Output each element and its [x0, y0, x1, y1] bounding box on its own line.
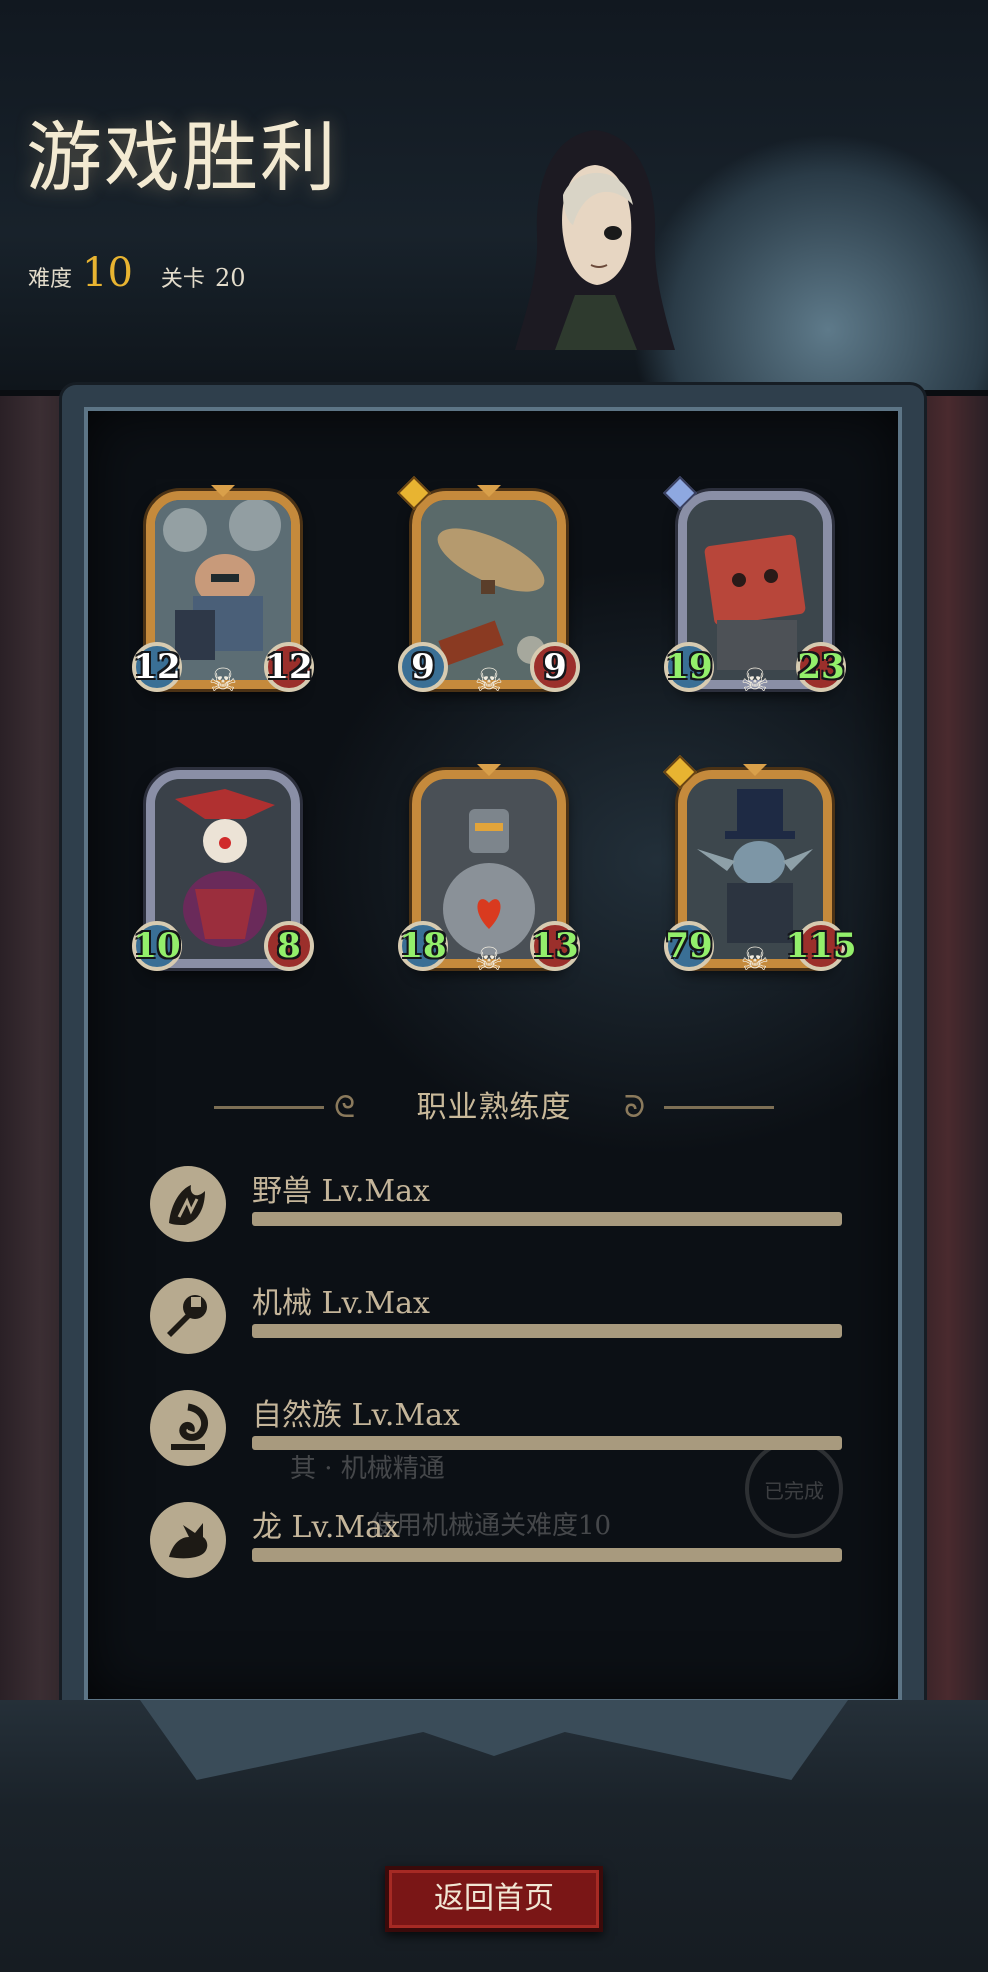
card-attack: 10 [132, 921, 182, 971]
header: 游戏胜利 难度 10 关卡 20 [0, 0, 988, 396]
card-health: 23 [796, 642, 846, 692]
swirl-right-icon: ᘐ [624, 1090, 646, 1125]
mastery-row-nature: 自然族 Lv.Max [150, 1390, 850, 1480]
nature-icon [150, 1390, 226, 1466]
skull-icon: ☠ [474, 940, 504, 978]
card-attack: 18 [398, 921, 448, 971]
mastery-progress-fill [252, 1324, 842, 1338]
card-health: 115 [786, 921, 857, 971]
mastery-label: 龙 Lv.Max [252, 1510, 400, 1545]
mastery-label: 野兽 Lv.Max [252, 1174, 430, 1209]
mechanic-icon [150, 1278, 226, 1354]
mastery-progress-bar [252, 1548, 842, 1562]
card-attack: 79 [664, 921, 714, 971]
mastery-row-mechanic: 机械 Lv.Max [150, 1278, 850, 1368]
hooded-hero-portrait [515, 130, 675, 350]
card-top-hat-goblin[interactable]: 79 115 ☠ [663, 755, 857, 978]
skull-icon: ☠ [208, 661, 238, 699]
card-attack: 9 [398, 642, 448, 692]
card-health: 9 [530, 642, 580, 692]
card-red-golem[interactable]: 19 23 ☠ [663, 476, 846, 699]
beast-icon [150, 1166, 226, 1242]
mastery-progress-bar [252, 1212, 842, 1226]
card-mechanic[interactable]: 12 12 ☠ [132, 483, 314, 699]
mastery-title: 职业熟练度 [416, 1090, 572, 1125]
return-home-button[interactable]: 返回首页 [385, 1866, 603, 1932]
level-value: 20 [214, 264, 246, 292]
mastery-progress-fill [252, 1548, 842, 1562]
mastery-progress-bar [252, 1436, 842, 1450]
mastery-progress-fill [252, 1212, 842, 1226]
card-health: 13 [530, 921, 580, 971]
skull-icon: ☠ [740, 661, 770, 699]
card-clown[interactable]: 10 8 [132, 762, 314, 977]
mastery-progress-fill [252, 1436, 842, 1450]
card-iron-robot[interactable]: 18 13 ☠ [398, 762, 580, 978]
mastery-label: 机械 Lv.Max [252, 1286, 430, 1321]
difficulty-row: 难度 10 关卡 20 [28, 250, 245, 296]
mastery-label: 自然族 Lv.Max [252, 1398, 460, 1433]
card-attack: 19 [664, 642, 714, 692]
page-title: 游戏胜利 [26, 113, 338, 202]
mastery-row-dragon: 龙 Lv.Max [150, 1502, 850, 1592]
difficulty-label: 难度 [28, 267, 73, 292]
card-attack: 12 [132, 642, 182, 692]
skull-icon: ☠ [740, 940, 770, 978]
dragon-icon [150, 1502, 226, 1578]
level-label: 关卡 [160, 267, 205, 292]
mastery-row-beast: 野兽 Lv.Max [150, 1166, 850, 1256]
card-health: 12 [264, 642, 314, 692]
divider-right [664, 1106, 774, 1109]
skull-icon: ☠ [474, 661, 504, 699]
card-health: 8 [264, 921, 314, 971]
difficulty-value: 10 [82, 250, 133, 296]
card-airship[interactable]: 9 9 ☠ [397, 476, 580, 699]
mastery-progress-bar [252, 1324, 842, 1338]
